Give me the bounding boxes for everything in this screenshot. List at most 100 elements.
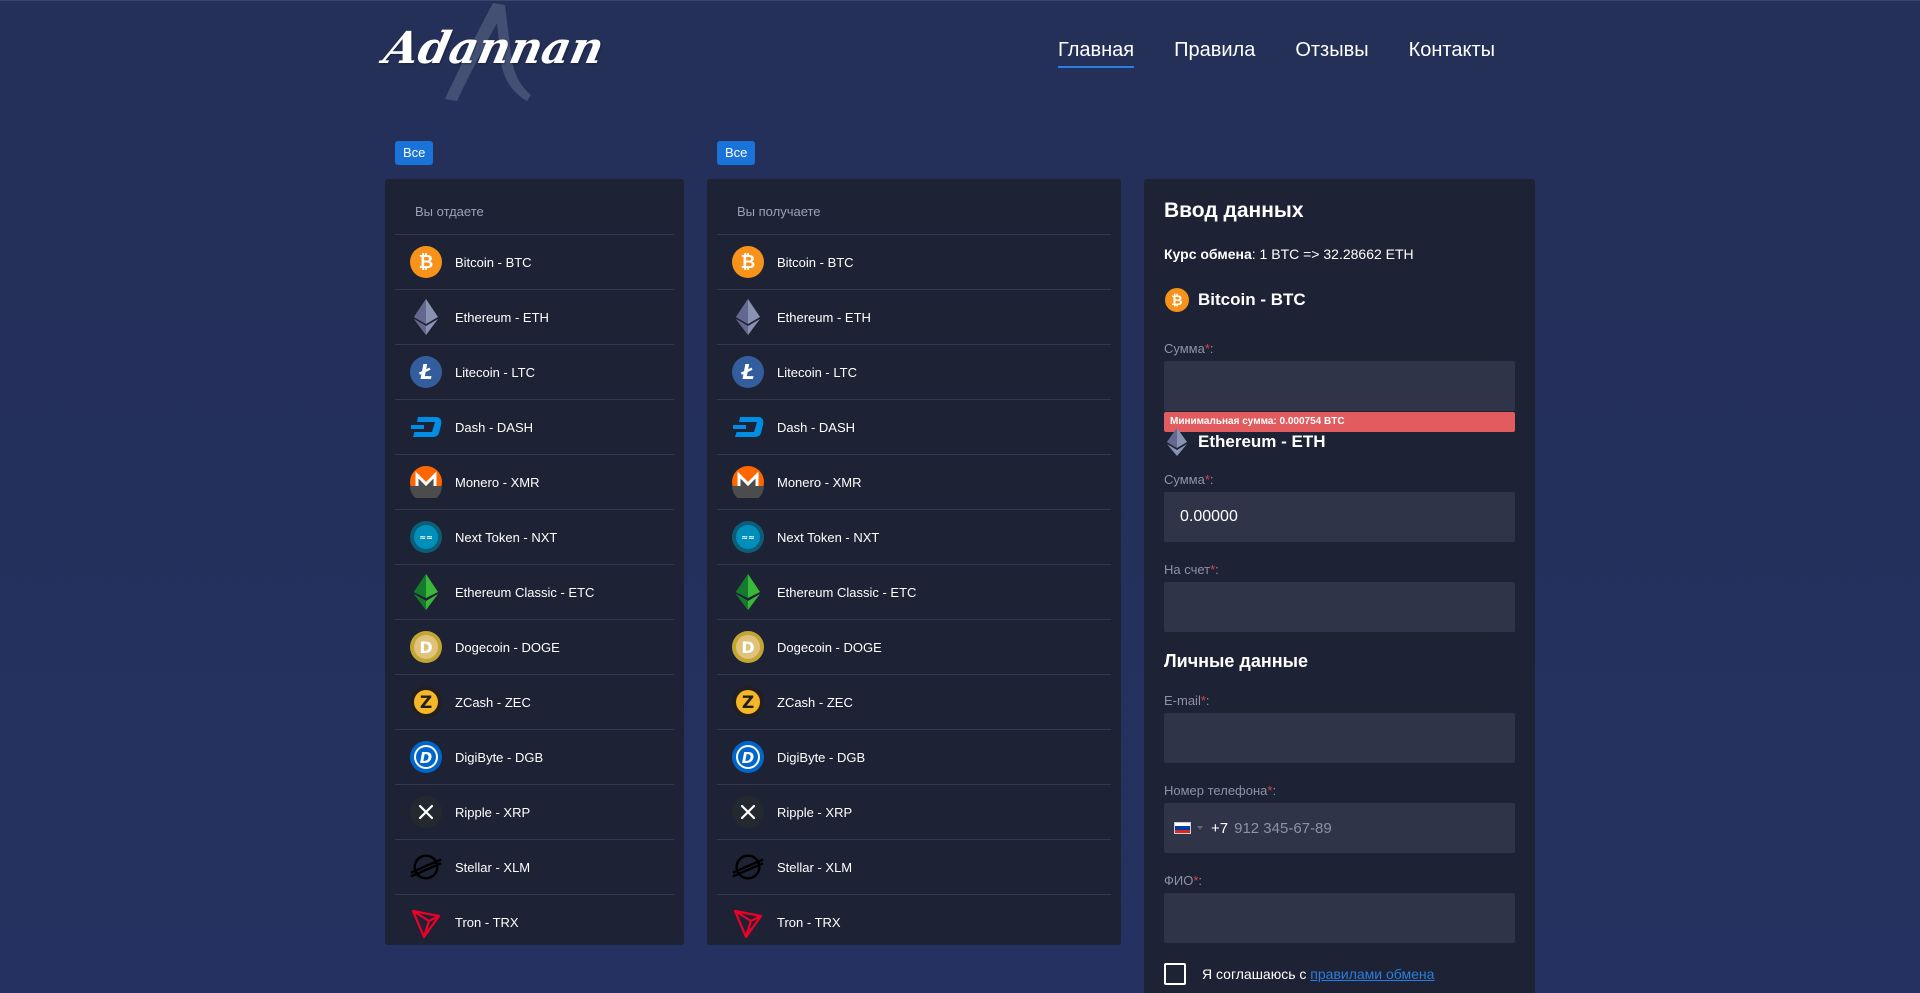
svg-text:Ł: Ł xyxy=(740,360,754,384)
receive-coin-label: Dogecoin - DOGE xyxy=(777,639,882,655)
give-amount-input[interactable] xyxy=(1164,361,1515,411)
give-coin-item[interactable]: Tron - TRX xyxy=(395,895,674,950)
give-coin-label: Ripple - XRP xyxy=(455,804,531,820)
svg-text:Z: Z xyxy=(420,693,432,713)
give-panel-header: Вы отдаете xyxy=(395,179,674,235)
give-coin-label: Litecoin - LTC xyxy=(455,364,535,380)
fio-input[interactable] xyxy=(1164,893,1515,943)
nav-rules[interactable]: Правила xyxy=(1174,39,1255,68)
give-coin-heading: ₿ Bitcoin - BTC xyxy=(1164,287,1306,313)
svg-text:≈≈: ≈≈ xyxy=(741,533,754,542)
tron-icon xyxy=(731,906,765,940)
give-coin-item[interactable]: Ethereum - ETH xyxy=(395,290,674,345)
receive-coin-item[interactable]: Ł Litecoin - LTC xyxy=(717,345,1111,400)
give-coin-label: Tron - TRX xyxy=(455,915,519,930)
give-coin-item[interactable]: D DigiByte - DGB xyxy=(395,730,674,785)
logo[interactable]: Adannan xyxy=(380,1,608,106)
give-filter-all-button[interactable]: Все xyxy=(395,141,434,165)
receive-coin-label: Litecoin - LTC xyxy=(777,364,857,380)
receive-filter-all-button[interactable]: Все xyxy=(717,141,756,165)
receive-currency-panel: Вы получаете ₿ Bitcoin - BTC Ethereum - ET… xyxy=(707,179,1121,945)
receive-coin-item[interactable]: Ethereum - ETH xyxy=(717,290,1111,345)
give-coin-label: DigiByte - DGB xyxy=(455,749,544,765)
phone-input[interactable] xyxy=(1234,819,1475,837)
receive-coin-item[interactable]: Stellar - XLM xyxy=(717,840,1111,895)
give-coin-item[interactable]: Ł Litecoin - LTC xyxy=(395,345,674,400)
receive-coin-item[interactable]: D DigiByte - DGB xyxy=(717,730,1111,785)
nxt-icon: ≈≈ xyxy=(409,520,443,554)
give-coin-item[interactable]: Ripple - XRP xyxy=(395,785,674,840)
give-coin-label: Bitcoin - BTC xyxy=(455,254,532,270)
account-input[interactable] xyxy=(1164,582,1515,632)
get-amount-input[interactable] xyxy=(1164,492,1515,542)
give-coin-item[interactable]: ≈≈ Next Token - NXT xyxy=(395,510,674,565)
get-coin-heading: Ethereum - ETH xyxy=(1164,428,1326,456)
rules-link[interactable]: правилами обмена xyxy=(1310,966,1434,982)
svg-text:D: D xyxy=(742,749,754,767)
give-coin-item[interactable]: Dash - DASH xyxy=(395,400,674,455)
receive-panel-header: Вы получаете xyxy=(717,179,1111,235)
ethereum-icon xyxy=(731,299,765,335)
receive-coin-item[interactable]: ≈≈ Next Token - NXT xyxy=(717,510,1111,565)
agree-row: Я соглашаюсь с правилами обмена xyxy=(1164,963,1434,985)
nav-contacts[interactable]: Контакты xyxy=(1409,39,1495,68)
phone-field: +7 xyxy=(1164,803,1515,853)
give-coin-item[interactable]: Monero - XMR xyxy=(395,455,674,510)
receive-coin-item[interactable]: Monero - XMR xyxy=(717,455,1111,510)
svg-text:D: D xyxy=(420,749,432,767)
give-coin-label: Ethereum Classic - ETC xyxy=(455,584,595,600)
give-coin-item[interactable]: Z ZCash - ZEC xyxy=(395,675,674,730)
monero-icon xyxy=(731,465,765,499)
give-coin-item[interactable]: D Dogecoin - DOGE xyxy=(395,620,674,675)
give-coin-item[interactable]: Stellar - XLM xyxy=(395,840,674,895)
nxt-icon: ≈≈ xyxy=(731,520,765,554)
email-label: E-mail*: xyxy=(1164,693,1210,708)
phone-country-code: +7 xyxy=(1211,819,1229,837)
chevron-down-icon[interactable] xyxy=(1197,826,1203,830)
fio-label: ФИО*: xyxy=(1164,873,1203,888)
ethereum-classic-icon xyxy=(409,574,443,610)
agree-text: Я соглашаюсь с правилами обмена xyxy=(1202,966,1435,982)
give-coin-label: Next Token - NXT xyxy=(455,529,558,545)
get-amount-label: Сумма*: xyxy=(1164,472,1214,487)
form-title: Ввод данных xyxy=(1164,199,1304,222)
russia-flag-icon[interactable] xyxy=(1174,822,1191,834)
svg-text:₿: ₿ xyxy=(741,252,756,273)
main-nav: Главная Правила Отзывы Контакты xyxy=(1058,39,1495,68)
dash-icon xyxy=(409,410,443,444)
receive-coin-item[interactable]: Tron - TRX xyxy=(717,895,1111,950)
stellar-icon xyxy=(731,850,765,884)
nav-reviews[interactable]: Отзывы xyxy=(1295,39,1368,68)
svg-text:≈≈: ≈≈ xyxy=(419,533,432,542)
email-input[interactable] xyxy=(1164,713,1515,763)
give-coin-name: Bitcoin - BTC xyxy=(1198,290,1306,309)
stellar-icon xyxy=(409,850,443,884)
receive-coin-item[interactable]: ₿ Bitcoin - BTC xyxy=(717,235,1111,290)
receive-coin-label: Dash - DASH xyxy=(777,419,856,435)
give-amount-label: Сумма*: xyxy=(1164,341,1214,356)
digibyte-icon: D xyxy=(731,740,765,774)
nav-home[interactable]: Главная xyxy=(1058,39,1135,68)
svg-text:₿: ₿ xyxy=(1171,293,1182,309)
svg-text:Ł: Ł xyxy=(418,360,432,384)
give-coin-label: Dash - DASH xyxy=(455,419,534,435)
receive-coin-label: Bitcoin - BTC xyxy=(777,254,854,270)
svg-text:₿: ₿ xyxy=(419,252,434,273)
receive-coin-item[interactable]: Dash - DASH xyxy=(717,400,1111,455)
receive-coin-item[interactable]: Z ZCash - ZEC xyxy=(717,675,1111,730)
receive-coin-label: Next Token - NXT xyxy=(777,529,880,545)
receive-coin-label: Stellar - XLM xyxy=(777,859,853,875)
svg-text:D: D xyxy=(741,638,754,657)
bitcoin-icon: ₿ xyxy=(731,245,765,279)
receive-coin-item[interactable]: Ripple - XRP xyxy=(717,785,1111,840)
give-coin-label: Dogecoin - DOGE xyxy=(455,639,560,655)
give-coin-label: Monero - XMR xyxy=(455,474,540,490)
agree-checkbox[interactable] xyxy=(1164,963,1186,985)
give-coin-item[interactable]: Ethereum Classic - ETC xyxy=(395,565,674,620)
receive-coin-item[interactable]: D Dogecoin - DOGE xyxy=(717,620,1111,675)
svg-text:D: D xyxy=(419,638,432,657)
give-coin-item[interactable]: ₿ Bitcoin - BTC xyxy=(395,235,674,290)
dash-icon xyxy=(731,410,765,444)
personal-data-title: Личные данные xyxy=(1164,651,1308,671)
receive-coin-item[interactable]: Ethereum Classic - ETC xyxy=(717,565,1111,620)
